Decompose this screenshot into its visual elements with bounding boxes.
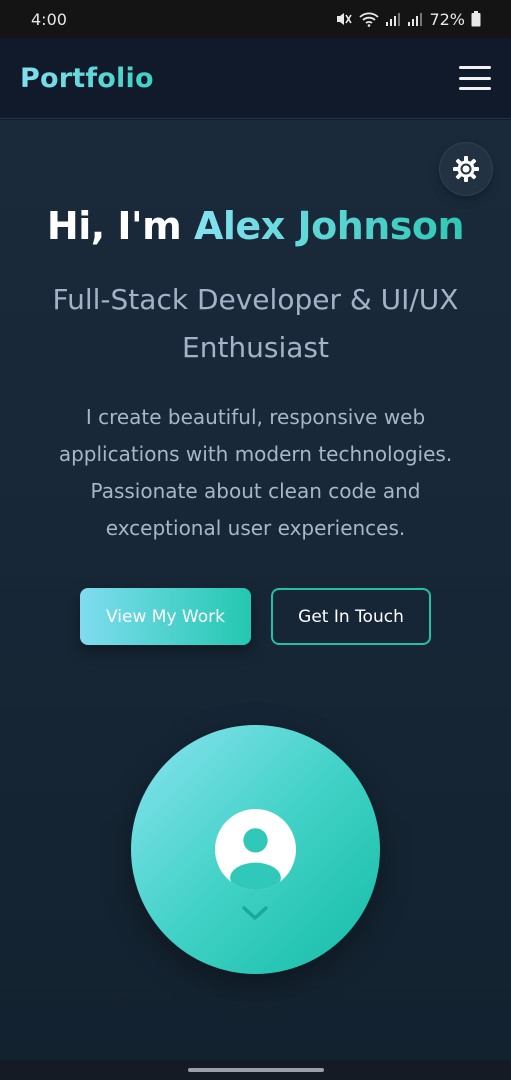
status-time: 4:00 <box>31 9 67 29</box>
get-in-touch-button[interactable]: Get In Touch <box>271 588 431 645</box>
signal-icon <box>408 13 423 26</box>
brand-logo[interactable]: Portfolio <box>20 63 154 94</box>
hero-heading: Hi, I'm Alex Johnson <box>0 204 511 248</box>
theme-toggle-button[interactable] <box>440 143 492 195</box>
hero-description: I create beautiful, responsive web appli… <box>58 405 453 540</box>
hero-name: Alex Johnson <box>194 204 465 248</box>
status-bar: 4:00 72% <box>0 0 511 38</box>
greeting-text: Hi, I'm <box>46 204 194 248</box>
top-navbar: Portfolio <box>0 38 511 119</box>
battery-percent: 72% <box>429 9 465 29</box>
system-navigation-bar <box>0 1060 511 1080</box>
status-icons: 72% <box>335 10 481 29</box>
gear-sun-icon <box>453 156 479 182</box>
chevron-down-icon[interactable] <box>240 903 270 923</box>
signal-icon <box>386 13 401 26</box>
battery-icon <box>471 11 481 27</box>
user-avatar-icon <box>215 809 296 890</box>
mute-icon <box>337 13 353 25</box>
wifi-icon <box>359 12 380 27</box>
view-my-work-button[interactable]: View My Work <box>80 588 251 645</box>
hero-subtitle: Full-Stack Developer & UI/UX Enthusiast <box>52 283 459 364</box>
home-indicator[interactable] <box>187 1068 324 1072</box>
hamburger-menu-icon[interactable] <box>459 64 491 92</box>
